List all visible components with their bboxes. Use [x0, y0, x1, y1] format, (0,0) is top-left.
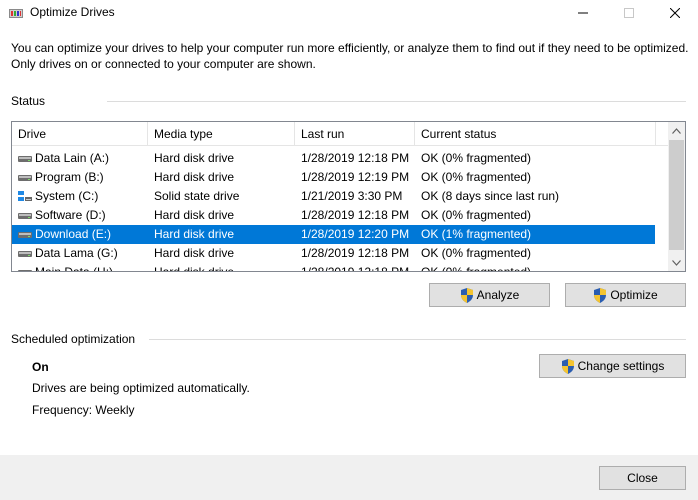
scroll-thumb[interactable]	[669, 140, 684, 250]
current-status: OK (0% fragmented)	[421, 208, 532, 222]
current-status: OK (8 days since last run)	[421, 189, 560, 203]
footer-bar: Close	[0, 455, 698, 500]
status-divider	[107, 101, 686, 102]
description-text: You can optimize your drives to help you…	[11, 41, 689, 71]
change-settings-button[interactable]: Change settings	[539, 354, 686, 378]
analyze-button-label: Analyze	[476, 288, 520, 302]
last-run: 1/28/2019 12:18 PM	[301, 246, 410, 260]
table-row[interactable]: Data Lama (G:) Hard disk drive 1/28/2019 1…	[12, 244, 655, 263]
title-bar: Optimize Drives	[0, 0, 698, 26]
drive-name: Data Lain (A:)	[35, 151, 110, 165]
last-run: 1/21/2019 3:30 PM	[301, 189, 403, 203]
table-row[interactable]: Program (B:) Hard disk drive 1/28/2019 12:…	[12, 168, 655, 187]
analyze-button[interactable]: Analyze	[429, 283, 550, 307]
media-type: Hard disk drive	[154, 265, 235, 272]
optimize-button-label: Optimize	[610, 288, 658, 302]
last-run: 1/28/2019 12:18 PM	[301, 265, 410, 272]
media-type: Hard disk drive	[154, 246, 235, 260]
uac-shield-icon	[594, 287, 607, 303]
close-icon	[670, 8, 680, 18]
column-header-drive[interactable]: Drive	[12, 122, 148, 146]
media-type: Hard disk drive	[154, 170, 235, 184]
maximize-button	[606, 0, 652, 26]
table-row[interactable]: System (C:) Solid state drive 1/21/2019 3:…	[12, 187, 655, 206]
drive-name: Data Lama (G:)	[35, 246, 118, 260]
media-type: Solid state drive	[154, 189, 240, 203]
drives-list[interactable]: Drive Media type Last run Current status…	[11, 121, 686, 272]
drive-name: Download (E:)	[35, 227, 112, 241]
drive-name: Main Data (H:)	[35, 265, 114, 272]
media-type: Hard disk drive	[154, 151, 235, 165]
table-row[interactable]: Software (D:) Hard disk drive 1/28/2019 12…	[12, 206, 655, 225]
scheduled-section-label: Scheduled optimization	[11, 332, 136, 346]
column-header-last-run[interactable]: Last run	[295, 122, 415, 146]
minimize-button[interactable]	[560, 0, 606, 26]
close-window-button[interactable]	[652, 0, 698, 26]
drives-list-scrollbar[interactable]	[668, 122, 685, 271]
last-run: 1/28/2019 12:18 PM	[301, 151, 410, 165]
table-row[interactable]: Download (E:) Hard disk drive 1/28/2019 12…	[12, 225, 655, 244]
last-run: 1/28/2019 12:19 PM	[301, 170, 410, 184]
drive-name: Software (D:)	[35, 208, 106, 222]
maximize-icon	[624, 8, 634, 18]
drive-name: Program (B:)	[35, 170, 104, 184]
defrag-app-icon	[9, 9, 23, 18]
drives-list-header: Drive Media type Last run Current status	[12, 122, 668, 146]
scheduled-divider	[149, 339, 686, 340]
table-row[interactable]: Main Data (H:) Hard disk drive 1/28/2019 1…	[12, 263, 655, 272]
table-row[interactable]: Data Lain (A:) Hard disk drive 1/28/2019 1…	[12, 149, 655, 168]
schedule-state: On	[32, 360, 49, 374]
chevron-down-icon	[672, 259, 681, 266]
schedule-frequency: Frequency: Weekly	[32, 403, 135, 417]
current-status: OK (0% fragmented)	[421, 151, 532, 165]
current-status: OK (0% fragmented)	[421, 246, 532, 260]
status-section-label: Status	[11, 94, 46, 108]
column-header-media-type[interactable]: Media type	[148, 122, 295, 146]
minimize-icon	[578, 12, 588, 14]
current-status: OK (0% fragmented)	[421, 265, 532, 272]
schedule-description: Drives are being optimized automatically…	[32, 381, 250, 395]
drive-name: System (C:)	[35, 189, 99, 203]
last-run: 1/28/2019 12:18 PM	[301, 208, 410, 222]
current-status: OK (0% fragmented)	[421, 170, 532, 184]
media-type: Hard disk drive	[154, 227, 235, 241]
window-title: Optimize Drives	[30, 5, 115, 19]
change-settings-button-label: Change settings	[577, 359, 665, 373]
chevron-up-icon	[672, 127, 681, 134]
uac-shield-icon	[561, 358, 574, 374]
last-run: 1/28/2019 12:20 PM	[301, 227, 410, 241]
scroll-down-button[interactable]	[668, 254, 685, 271]
scroll-up-button[interactable]	[668, 122, 685, 139]
current-status: OK (1% fragmented)	[421, 227, 532, 241]
close-button[interactable]: Close	[599, 466, 686, 490]
column-header-current-status[interactable]: Current status	[415, 122, 656, 146]
uac-shield-icon	[460, 287, 473, 303]
close-button-label: Close	[627, 471, 658, 485]
optimize-button[interactable]: Optimize	[565, 283, 686, 307]
media-type: Hard disk drive	[154, 208, 235, 222]
